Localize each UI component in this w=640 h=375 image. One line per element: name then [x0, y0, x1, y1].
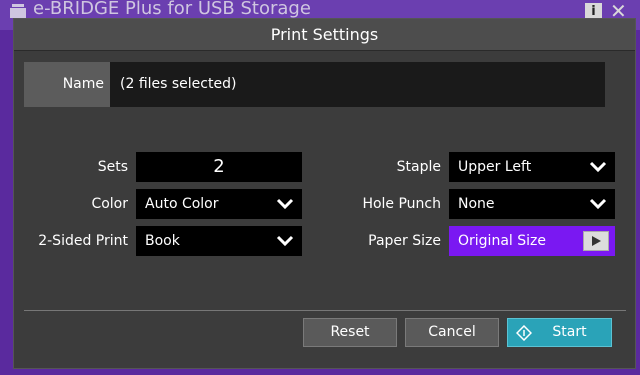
staple-label: Staple: [396, 159, 441, 175]
paper-size-field[interactable]: Original Size: [449, 226, 615, 256]
chevron-down-icon: [276, 235, 294, 247]
paper-size-open-button[interactable]: [583, 231, 609, 251]
staple-value: Upper Left: [458, 159, 532, 175]
two-sided-print-dropdown[interactable]: Book: [136, 226, 302, 256]
chevron-down-icon: [276, 198, 294, 210]
usb-storage-icon: [10, 4, 26, 18]
chevron-down-icon: [589, 161, 607, 173]
play-icon: [592, 236, 601, 246]
sets-label: Sets: [97, 159, 128, 175]
chevron-down-icon: [589, 198, 607, 210]
hole-punch-value: None: [458, 196, 495, 212]
hole-punch-dropdown[interactable]: None: [449, 189, 615, 219]
reset-button[interactable]: Reset: [303, 318, 397, 347]
paper-size-label: Paper Size: [368, 233, 441, 249]
start-button[interactable]: Start: [507, 318, 612, 347]
hole-punch-label: Hole Punch: [362, 196, 441, 212]
color-label: Color: [91, 196, 128, 212]
name-value: (2 files selected): [120, 76, 237, 92]
divider: [24, 310, 626, 311]
name-row: Name (2 files selected): [24, 62, 605, 107]
app-title: e-BRIDGE Plus for USB Storage: [33, 0, 311, 19]
print-settings-dialog: Print Settings Name (2 files selected) S…: [13, 18, 636, 369]
paper-size-value: Original Size: [458, 233, 546, 249]
cancel-button[interactable]: Cancel: [405, 318, 499, 347]
start-label: Start: [552, 324, 587, 340]
start-icon: [516, 325, 532, 341]
sets-field[interactable]: 2: [136, 152, 302, 182]
two-sided-print-value: Book: [145, 233, 180, 249]
two-sided-print-label: 2-Sided Print: [38, 233, 128, 249]
name-label: Name: [24, 62, 110, 107]
staple-dropdown[interactable]: Upper Left: [449, 152, 615, 182]
color-dropdown[interactable]: Auto Color: [136, 189, 302, 219]
dialog-title: Print Settings: [14, 19, 635, 51]
color-value: Auto Color: [145, 196, 219, 212]
sets-value: 2: [213, 156, 225, 177]
